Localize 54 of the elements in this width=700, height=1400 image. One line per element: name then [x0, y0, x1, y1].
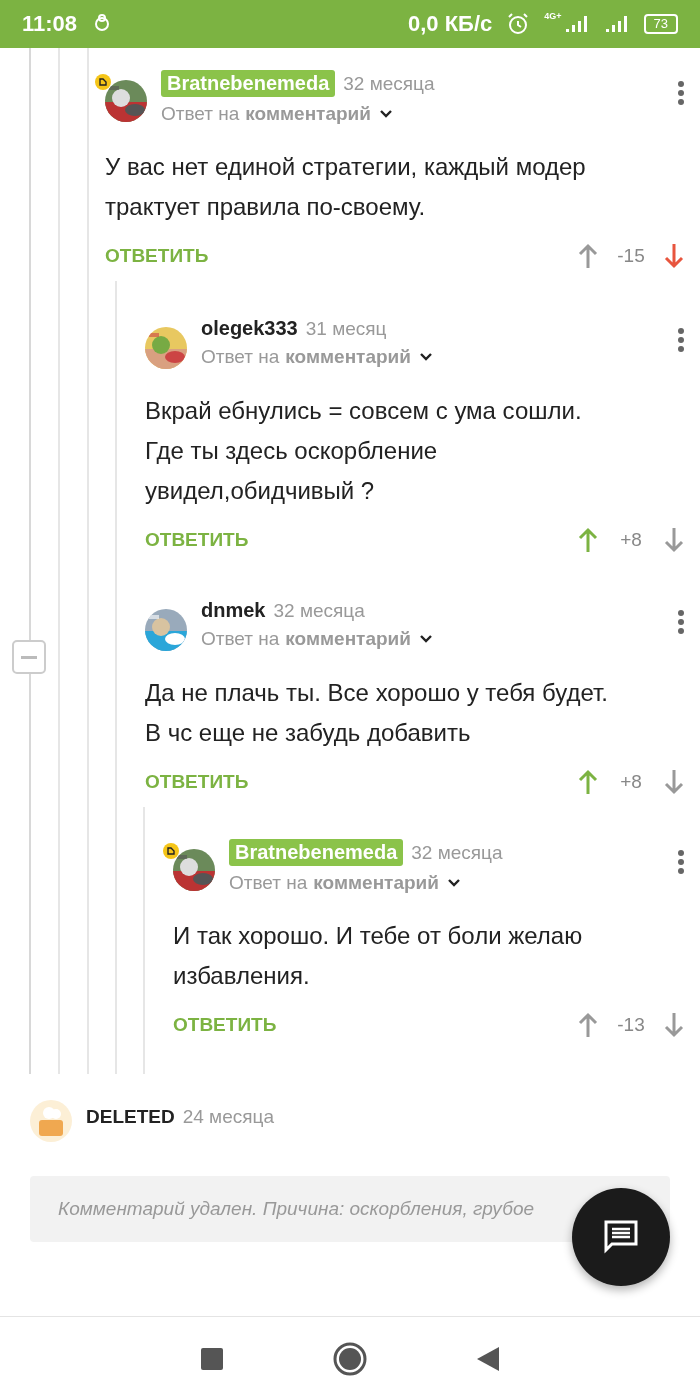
network-speed: 0,0 КБ/с: [407, 11, 493, 37]
chevron-down-icon: [418, 352, 433, 362]
comment-text: И так хорошо. И тебе от боли желаю избавления.: [173, 921, 584, 991]
comment-text: Да не плачь ты. Все хорошо у тебя будет. В чс еще не забудь добавить: [145, 678, 609, 748]
comment-score: -13: [616, 1014, 646, 1036]
chevron-down-icon: [446, 878, 461, 888]
home-icon[interactable]: [333, 1341, 367, 1376]
more-icon[interactable]: [677, 327, 685, 353]
clock: 11:08: [22, 11, 78, 37]
comment-score: +8: [619, 771, 643, 793]
reply-to-link[interactable]: Ответ на комментарий: [161, 103, 371, 125]
chevron-down-icon: [418, 634, 433, 644]
reply-button[interactable]: ОТВЕТИТЬ: [173, 1014, 277, 1036]
comment-time: 32 месяца: [273, 599, 365, 622]
author-name[interactable]: Bratnebenemeda: [229, 839, 404, 866]
author-name[interactable]: olegek333: [201, 317, 298, 340]
upvote-icon[interactable]: [577, 242, 599, 270]
author-name[interactable]: DELETED: [86, 1106, 175, 1128]
upvote-icon[interactable]: [577, 1011, 599, 1039]
author-name[interactable]: dnmek: [201, 599, 266, 622]
reply-button[interactable]: ОТВЕТИТЬ: [105, 245, 209, 267]
comment-score: -15: [616, 245, 646, 267]
author-name[interactable]: Bratnebenemeda: [161, 70, 336, 97]
comment-fab[interactable]: [572, 1188, 670, 1286]
comment-text: Вкрай ебнулись = совсем с ума сошли. Где ты здесь оскорбление увидел,обидчивый ?: [145, 396, 583, 506]
downvote-icon[interactable]: [663, 1011, 685, 1039]
comment-text: У вас нет единой стратегии, каждый модер трактует правила по-своему.: [105, 152, 587, 222]
collapse-button[interactable]: [12, 640, 46, 674]
signal-icon: [603, 14, 630, 34]
network-type: 4G+: [544, 12, 562, 21]
upvote-icon[interactable]: [577, 526, 599, 554]
downvote-icon[interactable]: [663, 526, 685, 554]
comment-time: 24 месяца: [182, 1106, 274, 1128]
reply-to-link[interactable]: Ответ на комментарий: [229, 872, 439, 894]
reply-button[interactable]: ОТВЕТИТЬ: [145, 529, 249, 551]
downvote-icon[interactable]: [663, 768, 685, 796]
comment-time: 31 месяц: [305, 317, 387, 340]
more-icon[interactable]: [677, 80, 685, 106]
signal-icon: [563, 14, 590, 34]
comment-icon: [602, 1218, 640, 1256]
reply-to-link[interactable]: Ответ на комментарий: [201, 628, 411, 650]
reply-button[interactable]: ОТВЕТИТЬ: [145, 771, 249, 793]
more-icon[interactable]: [677, 609, 685, 635]
recents-icon[interactable]: [201, 1347, 223, 1370]
upvote-icon[interactable]: [577, 768, 599, 796]
comment-score: +8: [619, 529, 643, 551]
reply-to-link[interactable]: Ответ на комментарий: [201, 346, 411, 368]
battery-level: 73: [643, 14, 678, 34]
back-icon[interactable]: [477, 1346, 499, 1371]
more-icon[interactable]: [677, 849, 685, 875]
comment-time: 32 месяца: [343, 72, 435, 95]
chevron-down-icon: [378, 109, 393, 119]
comment-time: 32 месяца: [411, 841, 503, 864]
downvote-icon[interactable]: [663, 242, 685, 270]
